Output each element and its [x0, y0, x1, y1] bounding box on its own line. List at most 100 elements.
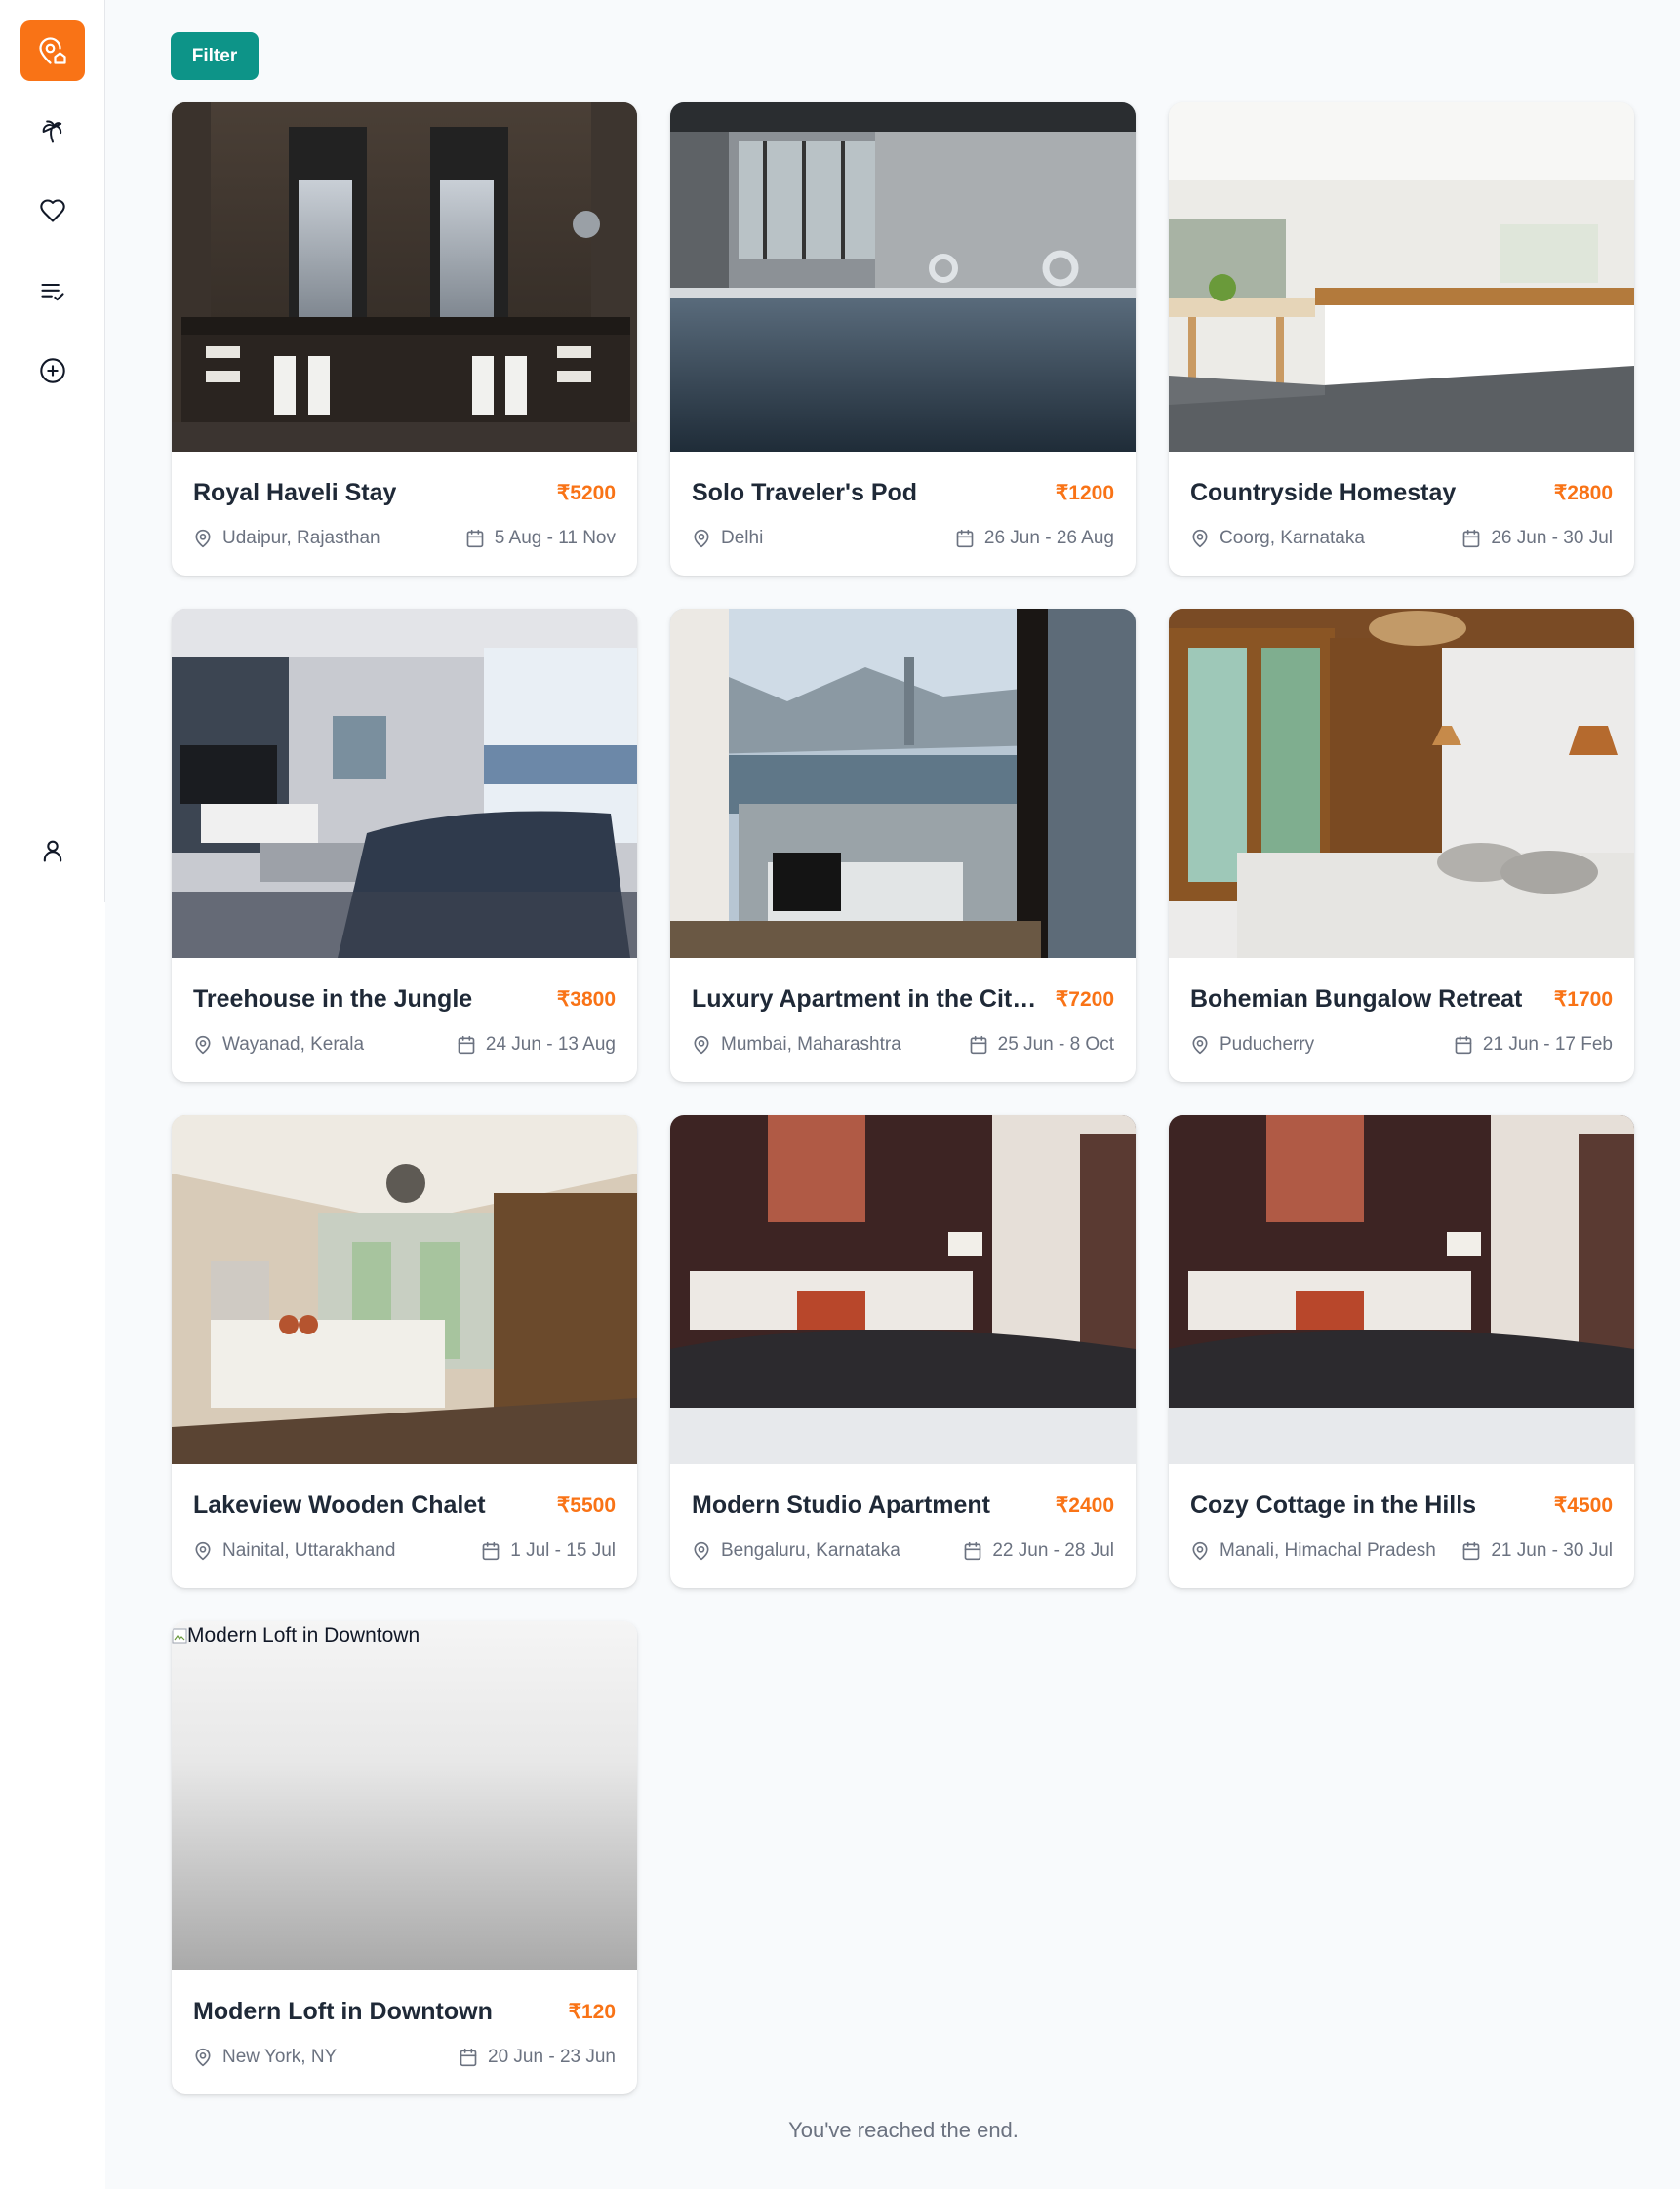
listing-card[interactable]: Lakeview Wooden Chalet ₹5500 Nainital, U… — [172, 1115, 637, 1588]
dates-text: 21 Jun - 30 Jul — [1491, 1540, 1613, 1561]
location-text: New York, NY — [222, 2047, 338, 2067]
listing-title: Cozy Cottage in the Hills — [1190, 1491, 1477, 1519]
listing-image — [670, 609, 1136, 958]
listing-card[interactable]: Solo Traveler's Pod ₹1200 Delhi 26 Jun -… — [670, 102, 1136, 576]
listing-title: Modern Loft in Downtown — [193, 1997, 493, 2025]
map-pin-icon — [1192, 529, 1208, 548]
listing-image — [1169, 609, 1634, 958]
calendar-icon — [956, 529, 974, 548]
listing-title: Royal Haveli Stay — [193, 478, 397, 506]
listing-image: Modern Loft in Downtown — [172, 1621, 637, 1970]
sidebar — [0, 0, 105, 902]
listing-dates: 20 Jun - 23 Jun — [459, 2047, 616, 2068]
listing-location: Puducherry — [1190, 1034, 1314, 1055]
calendar-icon — [970, 1035, 986, 1055]
location-text: Udaipur, Rajasthan — [222, 528, 380, 548]
listing-image — [172, 1115, 637, 1464]
dates-text: 25 Jun - 8 Oct — [997, 1034, 1114, 1055]
listing-dates: 21 Jun - 30 Jul — [1461, 1540, 1613, 1562]
listing-title: Modern Studio Apartment — [692, 1491, 991, 1519]
nav-add-listing[interactable] — [31, 349, 74, 392]
dates-text: 1 Jul - 15 Jul — [510, 1540, 616, 1561]
listing-price: ₹120 — [568, 2000, 616, 2023]
dates-text: 5 Aug - 11 Nov — [494, 528, 616, 548]
end-of-list-message: You've reached the end. — [788, 2118, 1019, 2142]
dates-text: 24 Jun - 13 Aug — [485, 1034, 616, 1055]
location-text: Mumbai, Maharashtra — [721, 1034, 901, 1055]
listing-image — [172, 102, 637, 452]
listing-dates: 26 Jun - 30 Jul — [1461, 528, 1613, 549]
nav-bookings[interactable] — [31, 270, 74, 313]
listing-card[interactable]: Cozy Cottage in the Hills ₹4500 Manali, … — [1169, 1115, 1634, 1588]
map-pin-icon — [1192, 1541, 1208, 1561]
listing-image — [670, 102, 1136, 452]
listing-title: Lakeview Wooden Chalet — [193, 1491, 486, 1519]
dates-text: 26 Jun - 30 Jul — [1491, 528, 1613, 548]
logo-button[interactable] — [20, 20, 85, 81]
listing-title: Solo Traveler's Pod — [692, 478, 918, 506]
location-text: Manali, Himachal Pradesh — [1220, 1540, 1436, 1561]
listing-dates: 22 Jun - 28 Jul — [963, 1540, 1114, 1562]
user-icon — [43, 840, 62, 862]
listing-price: ₹5500 — [556, 1493, 616, 1517]
listing-card[interactable]: Modern Loft in Downtown Modern Loft in D… — [172, 1621, 637, 2094]
listing-dates: 24 Jun - 13 Aug — [457, 1034, 616, 1055]
listing-dates: 21 Jun - 17 Feb — [1454, 1034, 1613, 1055]
map-pin-icon — [694, 1541, 709, 1561]
listing-price: ₹2800 — [1553, 481, 1613, 504]
dates-text: 22 Jun - 28 Jul — [992, 1540, 1114, 1561]
broken-image-icon — [172, 1628, 187, 1644]
listing-image — [670, 1115, 1136, 1464]
listing-location: Manali, Himachal Pradesh — [1190, 1540, 1436, 1562]
listing-location: Mumbai, Maharashtra — [692, 1034, 901, 1055]
dates-text: 26 Jun - 26 Aug — [983, 528, 1114, 548]
nav-explore[interactable] — [31, 110, 74, 153]
listing-title: Countryside Homestay — [1190, 478, 1457, 506]
listing-location: Delhi — [692, 528, 763, 549]
image-alt-text: Modern Loft in Downtown — [187, 1624, 420, 1647]
map-pin-icon — [195, 1035, 211, 1055]
listing-price: ₹2400 — [1055, 1493, 1114, 1517]
listing-location: Udaipur, Rajasthan — [193, 528, 380, 549]
calendar-icon — [458, 1035, 475, 1055]
listing-image — [172, 609, 637, 958]
map-pin-home-icon — [39, 37, 66, 64]
listing-price: ₹4500 — [1553, 1493, 1613, 1517]
nav-favorites[interactable] — [31, 189, 74, 232]
location-text: Coorg, Karnataka — [1220, 528, 1365, 548]
dates-text: 21 Jun - 17 Feb — [1482, 1034, 1613, 1055]
listing-image — [1169, 1115, 1634, 1464]
location-text: Puducherry — [1220, 1034, 1315, 1055]
dates-text: 20 Jun - 23 Jun — [488, 2047, 616, 2067]
listing-location: Coorg, Karnataka — [1190, 528, 1365, 549]
listing-card[interactable]: Royal Haveli Stay ₹5200 Udaipur, Rajasth… — [172, 102, 637, 576]
listing-price: ₹7200 — [1055, 987, 1114, 1011]
calendar-icon — [1463, 529, 1480, 548]
listing-title: Bohemian Bungalow Retreat — [1190, 984, 1523, 1013]
plus-circle-icon — [40, 358, 65, 383]
listing-dates: 1 Jul - 15 Jul — [481, 1540, 616, 1562]
map-pin-icon — [195, 2048, 211, 2067]
nav-profile[interactable] — [31, 829, 74, 872]
listing-card[interactable]: Modern Studio Apartment ₹2400 Bengaluru,… — [670, 1115, 1136, 1588]
calendar-icon — [1463, 1541, 1480, 1561]
calendar-icon — [460, 2048, 477, 2067]
map-pin-icon — [1192, 1035, 1208, 1055]
map-pin-icon — [694, 1035, 709, 1055]
calendar-icon — [1455, 1035, 1472, 1055]
listing-dates: 26 Jun - 26 Aug — [955, 528, 1114, 549]
listing-location: Nainital, Uttarakhand — [193, 1540, 395, 1562]
calendar-icon — [965, 1541, 981, 1561]
palm-tree-icon — [42, 120, 62, 143]
filter-button[interactable]: Filter — [171, 32, 259, 80]
listing-location: Wayanad, Kerala — [193, 1034, 364, 1055]
listing-card[interactable]: Bohemian Bungalow Retreat ₹1700 Puducher… — [1169, 609, 1634, 1082]
location-text: Nainital, Uttarakhand — [222, 1540, 396, 1561]
listing-price: ₹1200 — [1055, 481, 1114, 504]
listing-card[interactable]: Countryside Homestay ₹2800 Coorg, Karnat… — [1169, 102, 1634, 576]
listing-card[interactable]: Luxury Apartment in the City Center ₹720… — [670, 609, 1136, 1082]
checklist-icon — [41, 283, 64, 301]
listing-title: Treehouse in the Jungle — [193, 984, 473, 1013]
listing-card[interactable]: Treehouse in the Jungle ₹3800 Wayanad, K… — [172, 609, 637, 1082]
listing-title: Luxury Apartment in the City Center — [692, 984, 1043, 1013]
